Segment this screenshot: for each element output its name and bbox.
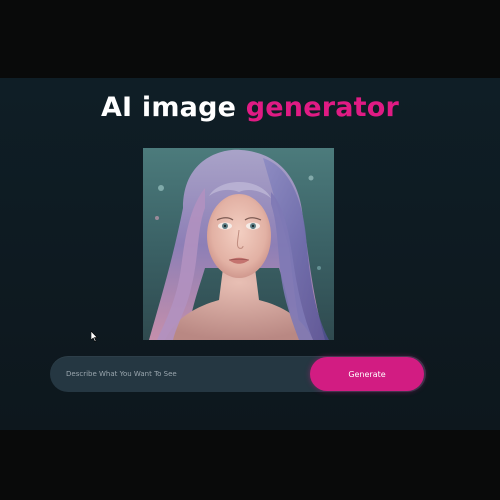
letterbox-bottom: [0, 430, 500, 500]
title-accent: generator: [245, 92, 400, 123]
generated-image-preview: [143, 148, 334, 340]
prompt-bar: Generate: [50, 356, 426, 392]
app-container: AI image generator Describe What You Wan…: [0, 78, 500, 430]
portrait-image: [143, 148, 334, 340]
title-main: AI image: [100, 92, 237, 123]
page-title: AI image generator: [0, 92, 500, 123]
prompt-input[interactable]: [64, 362, 308, 386]
letterbox-top: [0, 0, 500, 78]
generate-button[interactable]: Generate: [310, 357, 424, 391]
mouse-cursor-icon: [91, 331, 98, 342]
